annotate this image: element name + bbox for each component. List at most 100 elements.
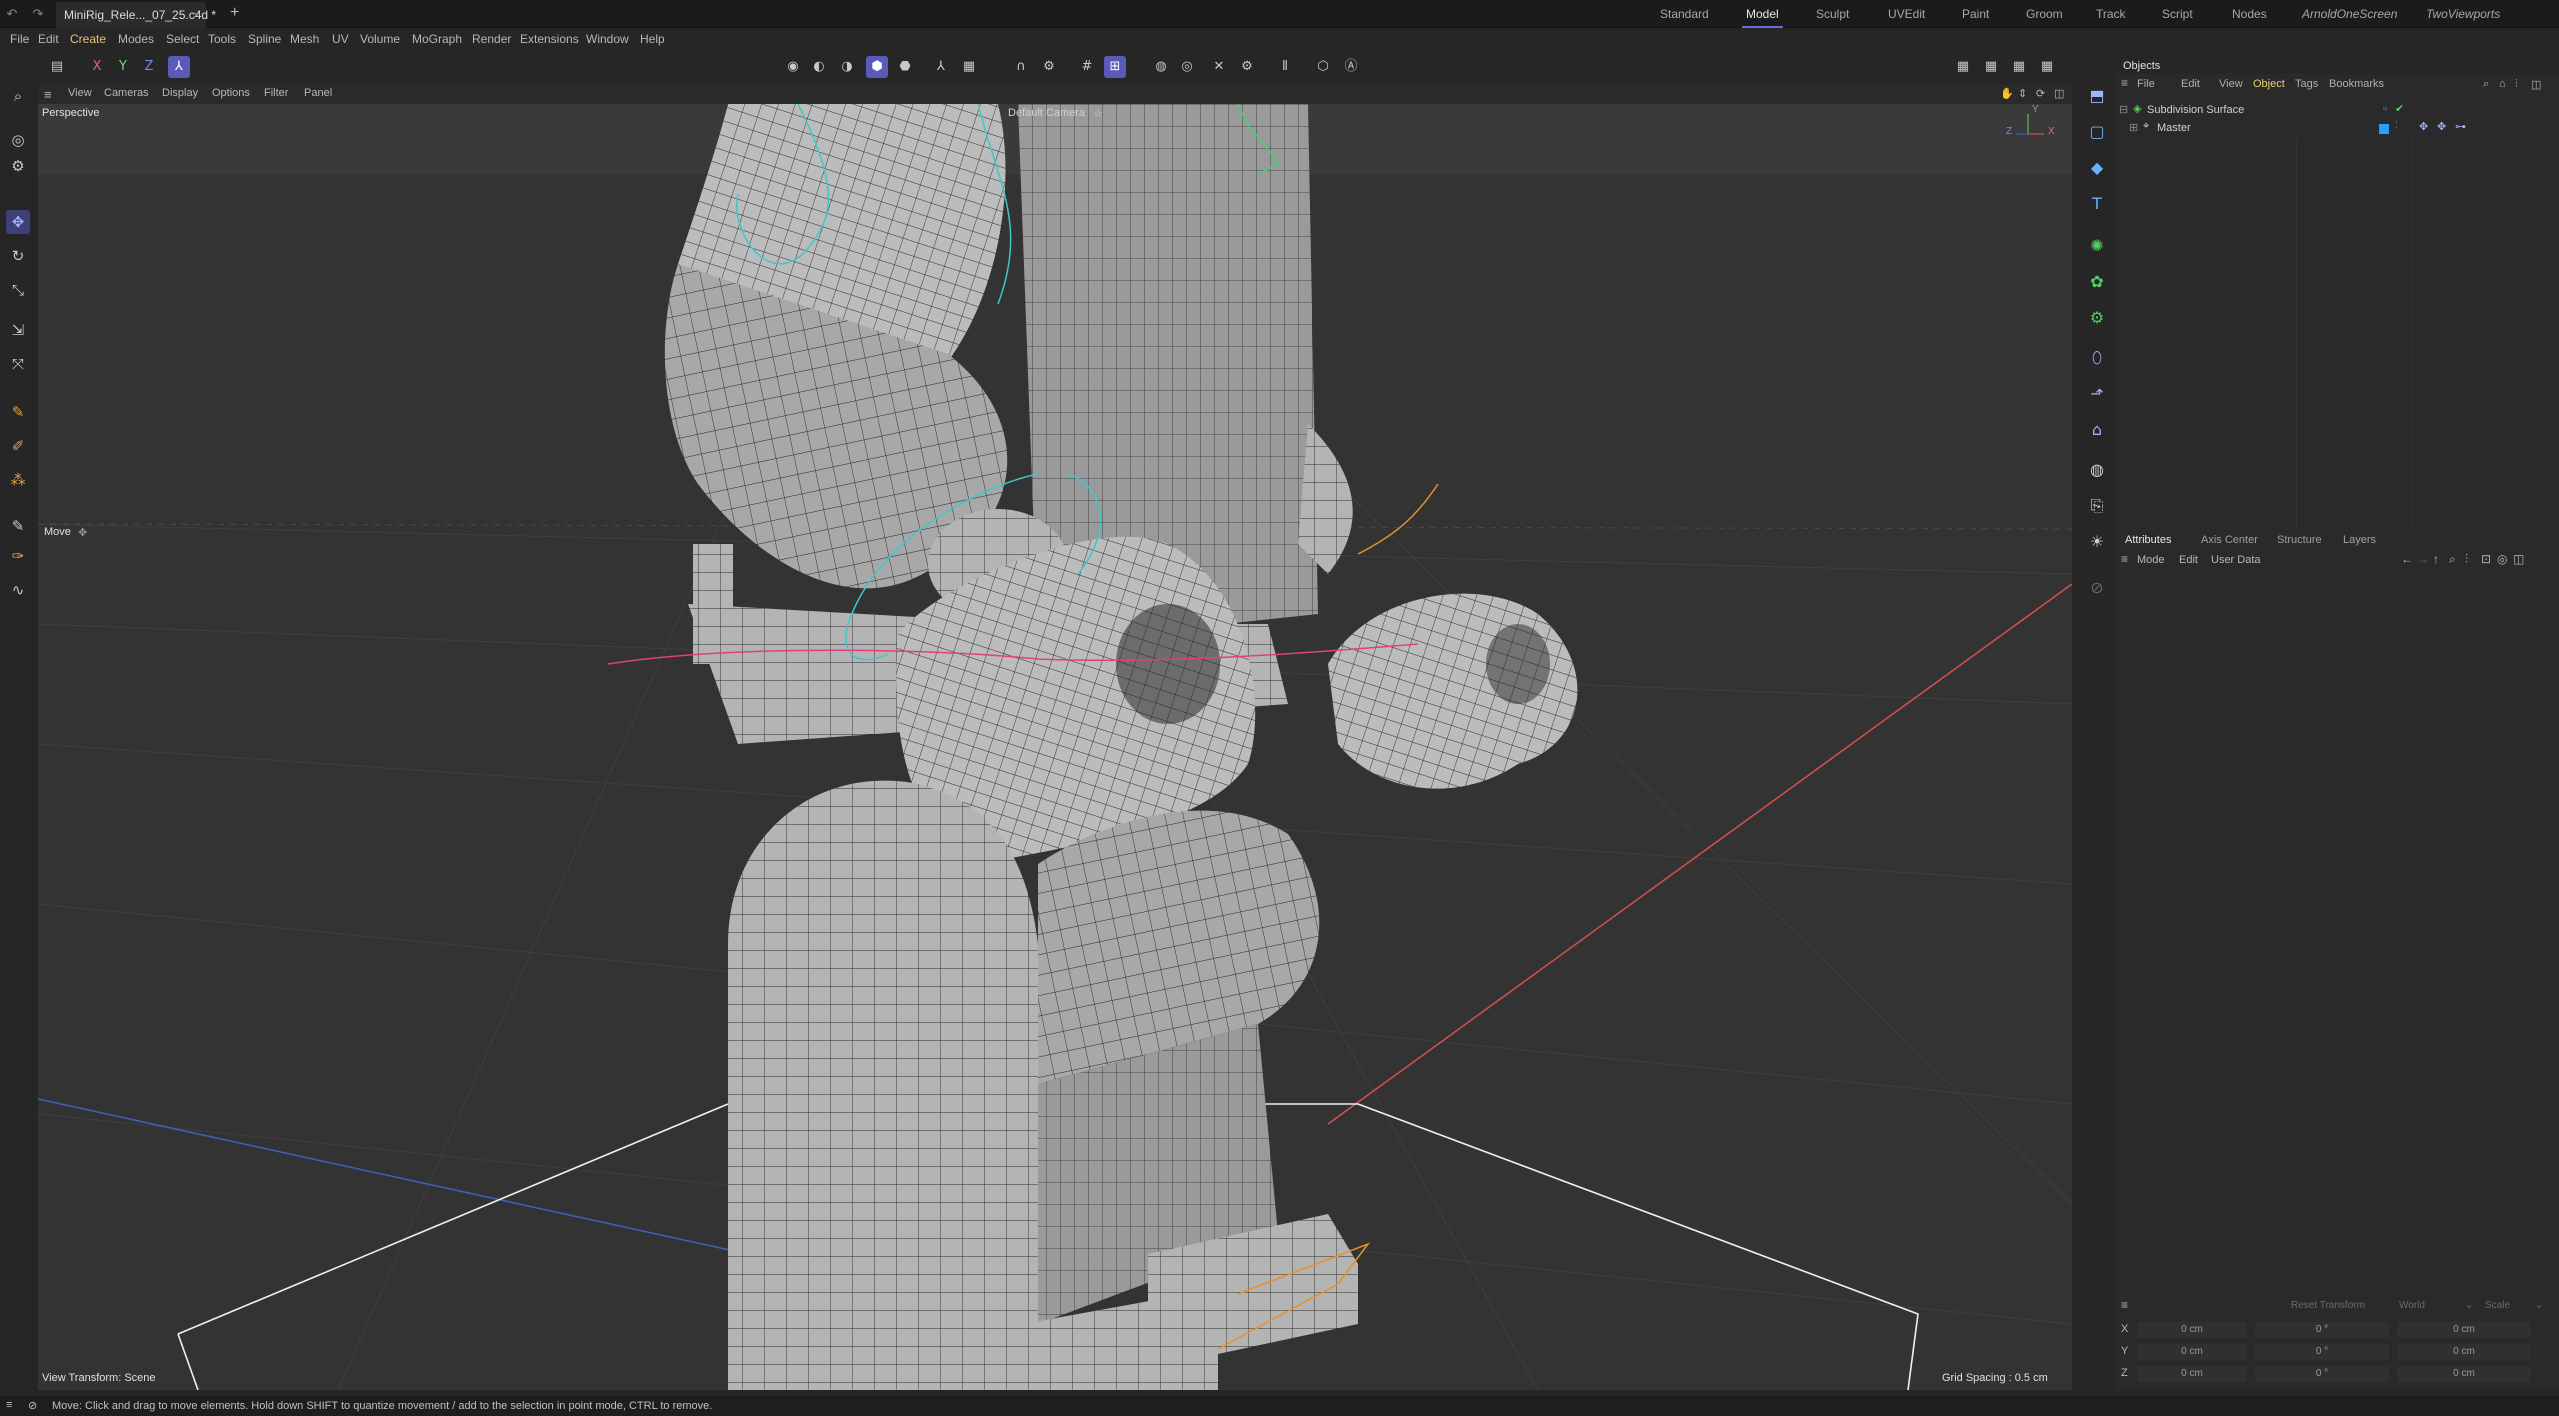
objects-menu-tags[interactable]: Tags bbox=[2295, 78, 2318, 90]
live-selection-icon[interactable]: ◎ bbox=[6, 128, 30, 152]
menu-create[interactable]: Create bbox=[70, 32, 106, 46]
render-picture-viewer-icon[interactable]: ▦ bbox=[1980, 56, 2002, 78]
coordinates-menu-icon[interactable]: ≡ bbox=[2121, 1298, 2128, 1312]
menu-mesh[interactable]: Mesh bbox=[290, 32, 319, 46]
layout-tab-track[interactable]: Track bbox=[2096, 7, 2126, 21]
tab-structure[interactable]: Structure bbox=[2277, 534, 2322, 546]
objects-menu-file[interactable]: File bbox=[2137, 78, 2155, 90]
light-icon[interactable]: ☀ bbox=[2085, 530, 2109, 554]
menu-render[interactable]: Render bbox=[472, 32, 511, 46]
redo-icon[interactable]: ↷ bbox=[30, 6, 46, 22]
tab-attributes[interactable]: Attributes bbox=[2125, 534, 2171, 546]
size-z-field[interactable]: 0 cm bbox=[2397, 1366, 2531, 1382]
position-y-field[interactable]: 0 cm bbox=[2137, 1344, 2247, 1360]
coordinate-mode-select[interactable]: Scale bbox=[2485, 1300, 2510, 1311]
menu-volume[interactable]: Volume bbox=[360, 32, 400, 46]
texture-mode-icon[interactable]: ▦ bbox=[958, 56, 980, 78]
layout-tab-arnoldonescreen[interactable]: ArnoldOneScreen bbox=[2302, 7, 2397, 21]
forward-arrow-icon[interactable]: → bbox=[2417, 552, 2429, 566]
null-object-icon[interactable]: ▢ bbox=[2085, 120, 2109, 144]
menu-window[interactable]: Window bbox=[586, 32, 629, 46]
new-tab-icon[interactable]: + bbox=[230, 4, 239, 22]
objects-menu-object[interactable]: Object bbox=[2253, 78, 2285, 90]
cube-icon[interactable]: ◆ bbox=[2085, 156, 2109, 180]
axis-z-toggle[interactable]: Z bbox=[138, 56, 160, 78]
text-spline-icon[interactable]: T bbox=[2085, 192, 2109, 216]
coordinate-mode-chevron-icon[interactable]: ⌄ bbox=[2535, 1300, 2543, 1311]
objects-panel-title[interactable]: Objects bbox=[2123, 60, 2160, 72]
viewport-menu-cameras[interactable]: Cameras bbox=[104, 87, 149, 99]
viewport-camera-label[interactable]: Default Camera bbox=[1008, 107, 1085, 119]
layout-tab-uvedit[interactable]: UVEdit bbox=[1888, 7, 1925, 21]
axis-x-toggle[interactable]: X bbox=[86, 56, 108, 78]
up-arrow-icon[interactable]: ↑ bbox=[2433, 552, 2439, 566]
attributes-menu-icon[interactable]: ≡ bbox=[2121, 552, 2128, 566]
menu-uv[interactable]: UV bbox=[332, 32, 349, 46]
attributes-search-icon[interactable]: ⌕ bbox=[2449, 552, 2456, 567]
cloner-icon[interactable]: ✿ bbox=[2085, 270, 2109, 294]
rotation-z-field[interactable]: 0 ° bbox=[2255, 1366, 2389, 1382]
brush-icon[interactable]: ✎ bbox=[6, 514, 30, 538]
tweak-settings-icon[interactable]: ⚙ bbox=[1236, 56, 1258, 78]
rotation-y-field[interactable]: 0 ° bbox=[2255, 1344, 2389, 1360]
lasso-icon[interactable]: ∿ bbox=[6, 578, 30, 602]
viewport-menu-view[interactable]: View bbox=[68, 87, 92, 99]
polygons-mode-icon[interactable]: ◑ bbox=[836, 56, 858, 78]
layout-tab-groom[interactable]: Groom bbox=[2026, 7, 2063, 21]
lock-workplane-icon[interactable]: ⬡ bbox=[1312, 56, 1334, 78]
document-tab[interactable]: MiniRig_Rele..._07_25.c4d * × bbox=[56, 2, 216, 28]
menu-tools[interactable]: Tools bbox=[208, 32, 236, 46]
objects-menu-view[interactable]: View bbox=[2219, 78, 2243, 90]
menu-mograph[interactable]: MoGraph bbox=[412, 32, 462, 46]
axis-y-toggle[interactable]: Y bbox=[112, 56, 134, 78]
objects-menu-edit[interactable]: Edit bbox=[2181, 78, 2200, 90]
snap-icon[interactable]: ∩ bbox=[1010, 56, 1032, 78]
enabled-check-icon[interactable]: ✔ bbox=[2395, 102, 2404, 115]
viewport-3d[interactable]: Perspective Default Camera ☆ Y Z X Move … bbox=[38, 104, 2072, 1390]
tool-move-handle-icon[interactable]: ✥ bbox=[78, 526, 87, 539]
position-z-field[interactable]: 0 cm bbox=[2137, 1366, 2247, 1382]
menu-file[interactable]: File bbox=[10, 32, 29, 46]
field-icon[interactable]: ⬏ bbox=[2085, 382, 2109, 406]
attributes-menu-edit[interactable]: Edit bbox=[2179, 554, 2198, 566]
size-y-field[interactable]: 0 cm bbox=[2397, 1344, 2531, 1360]
deformer-icon[interactable]: ⬯ bbox=[2085, 346, 2109, 370]
tag-pose-icon[interactable]: ⊶ bbox=[2455, 120, 2466, 133]
undo-icon[interactable]: ↶ bbox=[4, 6, 20, 22]
layout-tab-sculpt[interactable]: Sculpt bbox=[1816, 7, 1849, 21]
attributes-new-window-icon[interactable]: ◫ bbox=[2513, 552, 2524, 566]
reset-transform-button[interactable]: Reset Transform bbox=[2291, 1300, 2365, 1311]
interactive-render-icon[interactable] bbox=[2046, 56, 2068, 78]
layer-icon[interactable]: ▫ bbox=[2383, 103, 2387, 115]
snapshot-icon[interactable]: ⬒ bbox=[2085, 84, 2109, 108]
objects-menu-icon[interactable]: ≡ bbox=[2121, 76, 2128, 90]
attributes-menu-mode[interactable]: Mode bbox=[2137, 554, 2165, 566]
naming-tool-icon[interactable]: Ⓐ bbox=[1340, 56, 1362, 78]
viewport-menu-options[interactable]: Options bbox=[212, 87, 250, 99]
objects-home-icon[interactable]: ⌂ bbox=[2499, 78, 2506, 90]
render-settings-icon[interactable]: ▦ bbox=[2008, 56, 2030, 78]
menu-extensions[interactable]: Extensions bbox=[520, 32, 579, 46]
menu-modes[interactable]: Modes bbox=[118, 32, 154, 46]
objects-search-icon[interactable]: ⌕ bbox=[2483, 78, 2489, 91]
align-icon[interactable]: ⫴ bbox=[1274, 56, 1296, 78]
attributes-menu-user-data[interactable]: User Data bbox=[2211, 554, 2261, 566]
environment-icon[interactable]: ◍ bbox=[2085, 458, 2109, 482]
scale-tool-icon[interactable]: ⤡ bbox=[6, 278, 30, 302]
close-tab-icon[interactable]: × bbox=[193, 8, 200, 22]
layout-tab-script[interactable]: Script bbox=[2162, 7, 2193, 21]
axis-mode-icon[interactable]: ⅄ bbox=[930, 56, 952, 78]
coordinate-system-icon[interactable]: ⅄ bbox=[168, 56, 190, 78]
knife-icon[interactable]: ✑ bbox=[6, 544, 30, 568]
tab-axis-center[interactable]: Axis Center bbox=[2201, 534, 2258, 546]
transfer-tool-icon[interactable]: ⇲ bbox=[6, 318, 30, 342]
layout-tab-twoviewports[interactable]: TwoViewports bbox=[2426, 7, 2500, 21]
viewport-menu-icon[interactable]: ≡ bbox=[44, 87, 52, 102]
tag-constraint-icon[interactable]: ✥ bbox=[2419, 120, 2428, 133]
points-mode-icon[interactable]: ◉ bbox=[782, 56, 804, 78]
search-icon[interactable]: ⌕ bbox=[6, 84, 30, 108]
layout-tab-paint[interactable]: Paint bbox=[1962, 7, 1989, 21]
size-x-field[interactable]: 0 cm bbox=[2397, 1322, 2531, 1338]
viewport-menu-panel[interactable]: Panel bbox=[304, 87, 332, 99]
modeling-axis-icon[interactable]: ✕ bbox=[1208, 56, 1230, 78]
